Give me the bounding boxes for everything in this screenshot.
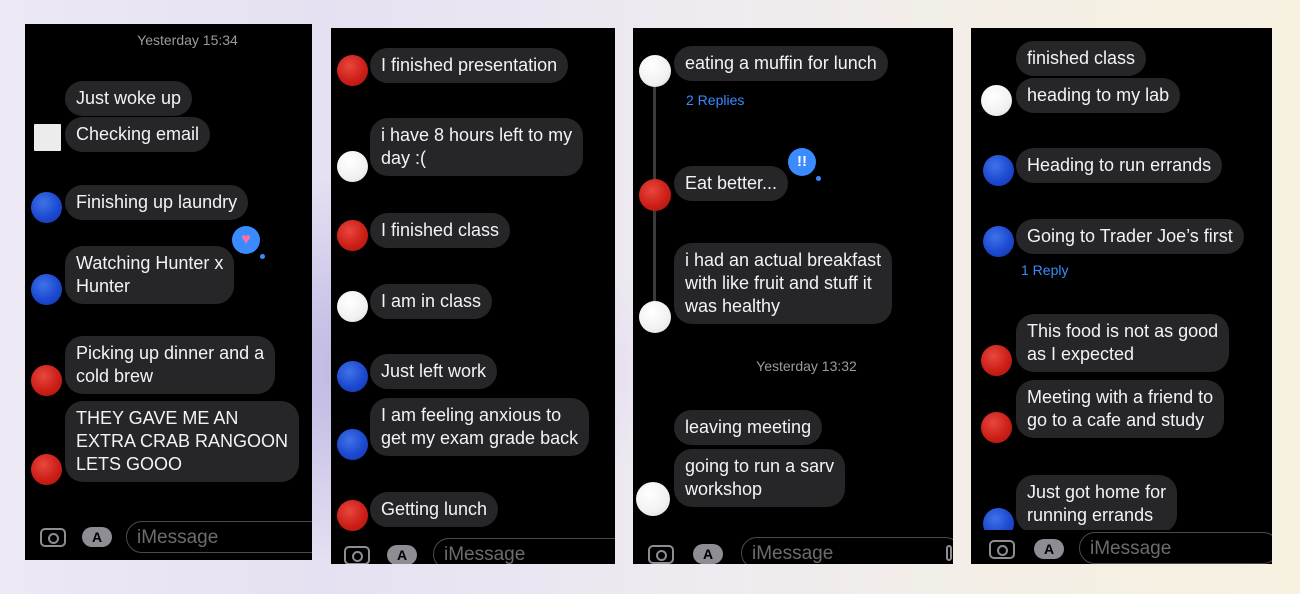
message-bubble[interactable]: I finished class (370, 213, 511, 248)
thread-replies-link[interactable]: 2 Replies (686, 92, 744, 108)
message-bubble[interactable]: Watching Hunter x Hunter (65, 246, 235, 304)
exclamation-reaction-icon: !! (788, 148, 821, 181)
camera-icon[interactable] (989, 540, 1015, 559)
contact-avatar (983, 155, 1014, 186)
contact-avatar (337, 291, 368, 322)
contact-avatar (34, 124, 61, 151)
contact-avatar (337, 55, 368, 86)
message-bubble[interactable]: eating a muffin for lunch (674, 46, 888, 81)
message-bubble[interactable]: Just woke up (65, 81, 193, 116)
message-bubble[interactable]: I am feeling anxious to get my exam grad… (370, 398, 590, 456)
contact-avatar (337, 151, 368, 182)
contact-avatar (31, 365, 62, 396)
message-bubble[interactable]: i have 8 hours left to my day :( (370, 118, 584, 176)
imessage-input[interactable]: iMessage (1079, 532, 1272, 564)
contact-avatar (983, 226, 1014, 257)
contact-avatar (981, 412, 1012, 443)
message-bubble[interactable]: I finished presentation (370, 48, 569, 83)
message-bubble[interactable]: heading to my lab (1016, 78, 1181, 113)
message-input-bar: A iMessage (971, 530, 1272, 564)
contact-avatar (337, 361, 368, 392)
contact-avatar (981, 85, 1012, 116)
chat-screenshot-4: finished class heading to my lab Heading… (971, 28, 1272, 564)
contact-avatar (31, 454, 62, 485)
message-bubble[interactable]: Heading to run errands (1016, 148, 1223, 183)
contact-avatar (639, 55, 671, 87)
contact-avatar (636, 482, 670, 516)
contact-avatar (337, 500, 368, 531)
imessage-input[interactable]: iMessage (433, 538, 615, 564)
contact-avatar (31, 192, 62, 223)
message-bubble[interactable]: Eat better... (674, 166, 789, 201)
heart-reaction-icon: ♥ (232, 226, 265, 259)
message-bubble[interactable]: Just left work (370, 354, 498, 389)
message-input-bar: A iMessage (633, 534, 953, 564)
contact-avatar (337, 429, 368, 460)
message-bubble[interactable]: i had an actual breakfast with like frui… (674, 243, 893, 324)
app-store-icon[interactable]: A (693, 544, 723, 564)
microphone-icon[interactable] (946, 545, 952, 561)
chat-screenshot-1: Yesterday 15:34 Just woke up Checking em… (25, 24, 312, 560)
message-bubble[interactable]: This food is not as good as I expected (1016, 314, 1230, 372)
imessage-input[interactable]: iMessage (126, 521, 312, 553)
message-bubble[interactable]: going to run a sarv workshop (674, 449, 846, 507)
message-bubble[interactable]: Checking email (65, 117, 211, 152)
message-bubble[interactable]: THEY GAVE ME AN EXTRA CRAB RANGOON LETS … (65, 401, 300, 482)
app-store-icon[interactable]: A (387, 545, 417, 564)
message-bubble[interactable]: Finishing up laundry (65, 185, 249, 220)
message-bubble[interactable]: I am in class (370, 284, 493, 319)
contact-avatar (31, 274, 62, 305)
message-bubble[interactable]: Meeting with a friend to go to a cafe an… (1016, 380, 1225, 438)
message-bubble[interactable]: leaving meeting (674, 410, 823, 445)
message-bubble[interactable]: finished class (1016, 41, 1147, 76)
message-input-bar: A iMessage (25, 518, 312, 558)
message-bubble[interactable]: Getting lunch (370, 492, 499, 527)
contact-avatar (337, 220, 368, 251)
message-input-bar: A iMessage (331, 536, 615, 564)
contact-avatar (639, 179, 671, 211)
message-bubble[interactable]: Picking up dinner and a cold brew (65, 336, 276, 394)
message-bubble[interactable]: Just got home for running errands (1016, 475, 1178, 533)
imessage-input[interactable]: iMessage (741, 537, 953, 564)
chat-screenshot-3: eating a muffin for lunch 2 Replies Eat … (633, 28, 953, 564)
timestamp: Yesterday 15:34 (137, 32, 238, 48)
chat-screenshot-2: I finished presentation i have 8 hours l… (331, 28, 615, 564)
timestamp: Yesterday 13:32 (756, 358, 857, 374)
camera-icon[interactable] (40, 528, 66, 547)
app-store-icon[interactable]: A (82, 527, 112, 547)
contact-avatar (639, 301, 671, 333)
contact-avatar (981, 345, 1012, 376)
camera-icon[interactable] (344, 546, 370, 564)
app-store-icon[interactable]: A (1034, 539, 1064, 559)
camera-icon[interactable] (648, 545, 674, 564)
message-bubble[interactable]: Going to Trader Joe’s first (1016, 219, 1244, 254)
thread-replies-link[interactable]: 1 Reply (1021, 262, 1068, 278)
